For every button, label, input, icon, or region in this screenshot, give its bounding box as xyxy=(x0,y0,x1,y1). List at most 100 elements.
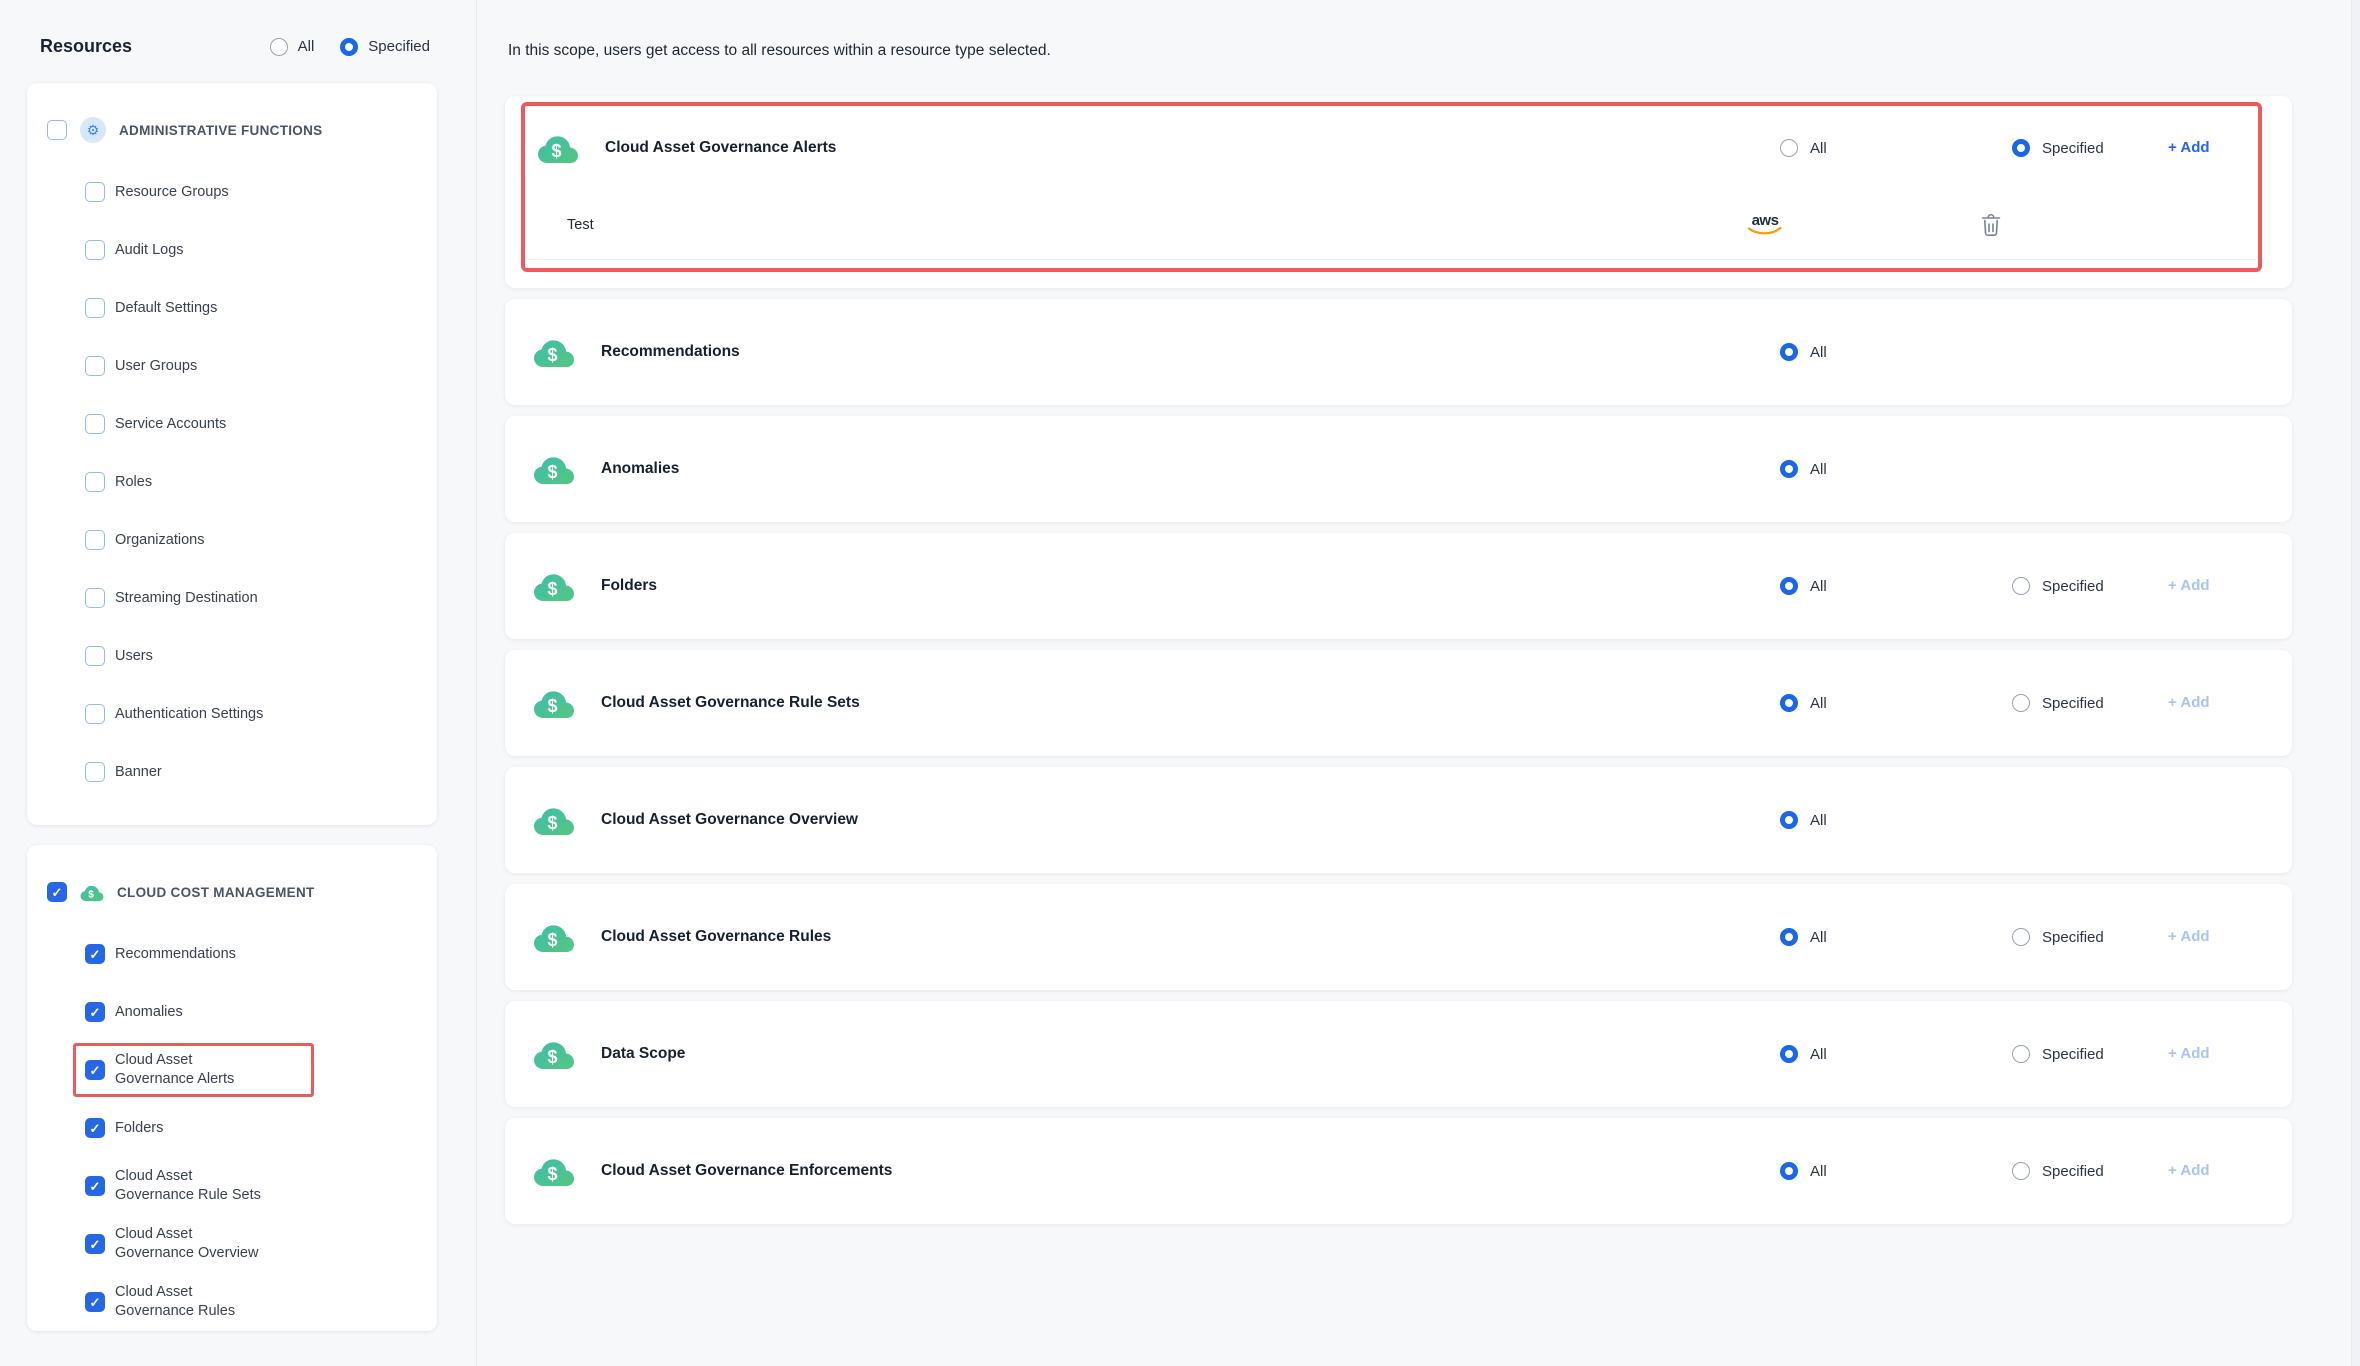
radio-all[interactable] xyxy=(270,38,288,56)
group-checkbox[interactable] xyxy=(47,882,67,902)
sidebar-item-users[interactable]: Users xyxy=(27,627,437,685)
sidebar-item-recommendations[interactable]: Recommendations xyxy=(27,925,437,983)
radio-all[interactable] xyxy=(1780,577,1798,595)
radio-specified[interactable] xyxy=(2012,1045,2030,1063)
radio-specified-label: Specified xyxy=(368,38,430,55)
group-checkbox[interactable] xyxy=(47,120,67,140)
highlight-box: Cloud Asset Governance Alerts xyxy=(73,1043,314,1097)
group-items: Recommendations Anomalies Cloud Asset Go… xyxy=(27,925,437,1331)
item-label: Anomalies xyxy=(115,1003,183,1022)
radio-specified[interactable] xyxy=(2012,694,2030,712)
trash-icon[interactable] xyxy=(1980,212,2002,237)
resource-row-cag-alerts: $ Cloud Asset Governance Alerts All Spec… xyxy=(505,96,2292,288)
checkbox[interactable] xyxy=(85,1060,105,1080)
add-button[interactable]: + Add xyxy=(2168,1162,2210,1179)
checkbox[interactable] xyxy=(85,240,105,260)
checkbox[interactable] xyxy=(85,472,105,492)
radio-specified[interactable] xyxy=(340,38,358,56)
sidebar-item-roles[interactable]: Roles xyxy=(27,453,437,511)
group-items: Resource Groups Audit Logs Default Setti… xyxy=(27,163,437,801)
checkbox[interactable] xyxy=(85,298,105,318)
scope-option-all[interactable]: All xyxy=(270,38,315,56)
sidebar-title: Resources xyxy=(40,36,244,57)
item-label: Users xyxy=(115,647,153,666)
svg-text:$: $ xyxy=(548,930,558,950)
radio-all[interactable] xyxy=(1780,694,1798,712)
scope-main-panel: In this scope, users get access to all r… xyxy=(477,0,2360,1366)
item-label: Cloud Asset Governance Overview xyxy=(115,1225,275,1263)
radio-specified[interactable] xyxy=(2012,1162,2030,1180)
checkbox[interactable] xyxy=(85,530,105,550)
sidebar-item-cag-rule-sets[interactable]: Cloud Asset Governance Rule Sets xyxy=(27,1157,437,1215)
radio-all[interactable] xyxy=(1780,139,1798,157)
sidebar-item-user-groups[interactable]: User Groups xyxy=(27,337,437,395)
checkbox[interactable] xyxy=(85,1002,105,1022)
checkbox[interactable] xyxy=(85,944,105,964)
sidebar-item-authentication-settings[interactable]: Authentication Settings xyxy=(27,685,437,743)
cloud-dollar-icon: $ xyxy=(537,132,579,164)
radio-specified-label: Specified xyxy=(2042,140,2104,157)
checkbox[interactable] xyxy=(85,646,105,666)
item-label: Folders xyxy=(115,1119,163,1138)
resource-type-title: Recommendations xyxy=(601,343,1747,361)
radio-specified[interactable] xyxy=(2012,139,2030,157)
cloud-dollar-icon: $ xyxy=(80,883,104,902)
checkbox[interactable] xyxy=(85,414,105,434)
sidebar-item-default-settings[interactable]: Default Settings xyxy=(27,279,437,337)
radio-specified[interactable] xyxy=(2012,577,2030,595)
sidebar-item-resource-groups[interactable]: Resource Groups xyxy=(27,163,437,221)
scope-option-specified[interactable]: Specified xyxy=(340,38,430,56)
radio-all-label: All xyxy=(298,38,315,55)
radio-all[interactable] xyxy=(1780,1045,1798,1063)
checkbox[interactable] xyxy=(85,588,105,608)
radio-all[interactable] xyxy=(1780,811,1798,829)
resource-type-title: Anomalies xyxy=(601,460,1747,478)
checkbox[interactable] xyxy=(85,1176,105,1196)
add-button[interactable]: + Add xyxy=(2168,928,2210,945)
gear-icon xyxy=(80,117,106,143)
radio-specified[interactable] xyxy=(2012,928,2030,946)
checkbox[interactable] xyxy=(85,704,105,724)
resource-rows: $ Cloud Asset Governance Alerts All Spec… xyxy=(505,96,2292,1224)
checkbox[interactable] xyxy=(85,1234,105,1254)
checkbox[interactable] xyxy=(85,1292,105,1312)
sidebar-item-folders[interactable]: Folders xyxy=(27,1099,437,1157)
sidebar-item-streaming-destination[interactable]: Streaming Destination xyxy=(27,569,437,627)
add-button[interactable]: + Add xyxy=(2168,1045,2210,1062)
sidebar-item-banner[interactable]: Banner xyxy=(27,743,437,801)
resource-type-title: Folders xyxy=(601,577,1747,595)
resource-row-data-scope: $ Data Scope All Specified + Add xyxy=(505,1001,2292,1107)
radio-specified-label: Specified xyxy=(2042,578,2104,595)
radio-specified-label: Specified xyxy=(2042,1163,2104,1180)
radio-all-label: All xyxy=(1810,140,1827,157)
item-label: Cloud Asset Governance Alerts xyxy=(115,1051,275,1089)
radio-all[interactable] xyxy=(1780,1162,1798,1180)
radio-all[interactable] xyxy=(1780,460,1798,478)
sidebar-item-organizations[interactable]: Organizations xyxy=(27,511,437,569)
add-button[interactable]: + Add xyxy=(2168,577,2210,594)
sidebar-item-cag-rules[interactable]: Cloud Asset Governance Rules xyxy=(27,1273,437,1331)
aws-logo: aws xyxy=(1745,214,1785,236)
resource-type-title: Data Scope xyxy=(601,1045,1747,1063)
sidebar-item-cloud-asset-governance-alerts[interactable]: Cloud Asset Governance Alerts xyxy=(27,1041,437,1099)
radio-all[interactable] xyxy=(1780,343,1798,361)
permissions-scope-screen: Resources All Specified ADMINISTRATIVE F… xyxy=(0,0,2360,1366)
add-button[interactable]: + Add xyxy=(2168,139,2210,156)
sidebar-item-audit-logs[interactable]: Audit Logs xyxy=(27,221,437,279)
item-label: Organizations xyxy=(115,531,204,550)
radio-all[interactable] xyxy=(1780,928,1798,946)
checkbox[interactable] xyxy=(85,762,105,782)
checkbox[interactable] xyxy=(85,1118,105,1138)
add-button[interactable]: + Add xyxy=(2168,694,2210,711)
resource-type-title: Cloud Asset Governance Rule Sets xyxy=(601,694,1747,712)
radio-all-label: All xyxy=(1810,929,1827,946)
sidebar-item-anomalies[interactable]: Anomalies xyxy=(27,983,437,1041)
sidebar-item-service-accounts[interactable]: Service Accounts xyxy=(27,395,437,453)
radio-specified-label: Specified xyxy=(2042,1046,2104,1063)
sidebar-item-cag-overview[interactable]: Cloud Asset Governance Overview xyxy=(27,1215,437,1273)
checkbox[interactable] xyxy=(85,182,105,202)
checkbox[interactable] xyxy=(85,356,105,376)
scrollbar-track[interactable] xyxy=(2351,0,2360,1366)
item-label: Audit Logs xyxy=(115,241,184,260)
item-label: Recommendations xyxy=(115,945,236,964)
